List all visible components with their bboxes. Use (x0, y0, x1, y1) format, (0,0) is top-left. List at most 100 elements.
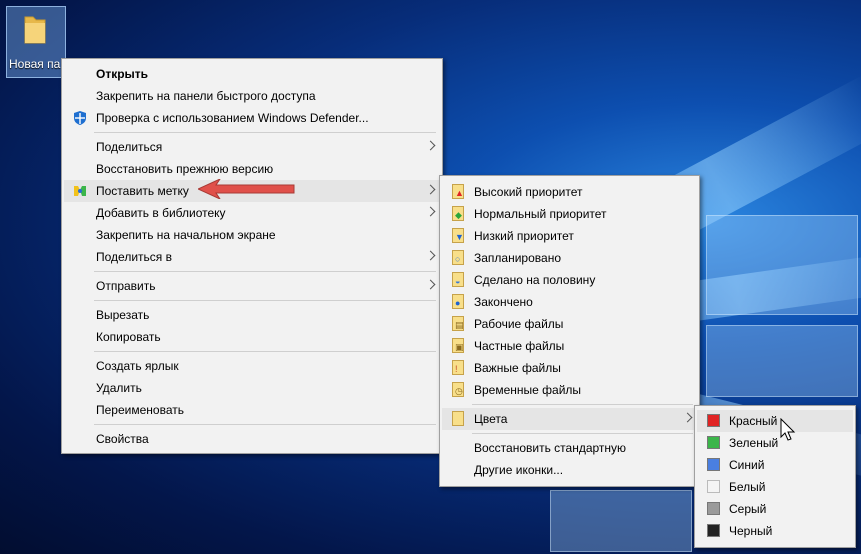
menu-item-label: Создать ярлык (96, 359, 179, 373)
planned-icon: ○ (452, 250, 464, 265)
menu-item-label: Другие иконки... (474, 463, 564, 477)
menu-item-delete[interactable]: Удалить (64, 377, 440, 399)
menu-item-label: Нормальный приоритет (474, 207, 607, 221)
menu-item-label: Запланировано (474, 251, 561, 265)
menu-item-pin-start[interactable]: Закрепить на начальном экране (64, 224, 440, 246)
menu-item-label: Переименовать (96, 403, 184, 417)
color-item-gray[interactable]: Серый (697, 498, 853, 520)
color-item-white[interactable]: Белый (697, 476, 853, 498)
desktop-folder-icon[interactable]: Новая па (6, 6, 66, 78)
color-item-blue[interactable]: Синий (697, 454, 853, 476)
menu-item-defender-scan[interactable]: Проверка с использованием Windows Defend… (64, 107, 440, 129)
menu-item-label: Частные файлы (474, 339, 565, 353)
menu-item-label: Белый (729, 480, 766, 494)
menu-separator (94, 300, 436, 301)
tag-item-restore-default[interactable]: Восстановить стандартную (442, 437, 697, 459)
menu-item-properties[interactable]: Свойства (64, 428, 440, 450)
menu-item-label: Отправить (96, 279, 156, 293)
submenu-arrow-icon (425, 206, 436, 217)
menu-item-label: Восстановить стандартную (474, 441, 627, 455)
tag-item-planned[interactable]: ○ Запланировано (442, 247, 697, 269)
menu-item-label: Свойства (96, 432, 149, 446)
menu-separator (472, 433, 693, 434)
wallpaper-window-pane (550, 490, 692, 552)
context-menu: Открыть Закрепить на панели быстрого дос… (61, 58, 443, 454)
tag-item-high-priority[interactable]: ▲ Высокий приоритет (442, 181, 697, 203)
menu-item-label: Красный (729, 414, 778, 428)
menu-item-label: Закончено (474, 295, 533, 309)
menu-separator (94, 424, 436, 425)
tag-item-finished[interactable]: ● Закончено (442, 291, 697, 313)
menu-item-label: Копировать (96, 330, 161, 344)
menu-separator (94, 132, 436, 133)
menu-item-create-shortcut[interactable]: Создать ярлык (64, 355, 440, 377)
tag-item-half-done[interactable]: ◒ Сделано на половину (442, 269, 697, 291)
menu-item-label: Низкий приоритет (474, 229, 574, 243)
color-item-green[interactable]: Зеленый (697, 432, 853, 454)
menu-item-label: Поделиться (96, 140, 163, 154)
menu-item-label: Цвета (474, 412, 508, 426)
submenu-arrow-icon (425, 250, 436, 261)
submenu-arrow-icon (425, 279, 436, 290)
blue-swatch-icon (707, 458, 720, 471)
menu-item-label: Поставить метку (96, 184, 189, 198)
tag-item-normal-priority[interactable]: ◆ Нормальный приоритет (442, 203, 697, 225)
menu-item-label: Поделиться в (96, 250, 172, 264)
colors-icon (452, 411, 464, 426)
normal-priority-icon: ◆ (452, 206, 464, 221)
low-priority-icon: ▼ (452, 228, 464, 243)
folder-icon (24, 16, 46, 44)
menu-item-label: Добавить в библиотеку (96, 206, 226, 220)
menu-item-cut[interactable]: Вырезать (64, 304, 440, 326)
tag-item-colors[interactable]: Цвета (442, 408, 697, 430)
menu-item-add-to-library[interactable]: Добавить в библиотеку (64, 202, 440, 224)
tag-icon (74, 186, 86, 196)
menu-item-pin-quick-access[interactable]: Закрепить на панели быстрого доступа (64, 85, 440, 107)
windows-defender-icon (74, 111, 86, 125)
annotation-arrow-icon (198, 179, 295, 199)
half-done-icon: ◒ (452, 272, 464, 287)
menu-item-label: Серый (729, 502, 767, 516)
submenu-arrow-icon (425, 140, 436, 151)
menu-item-label: Закрепить на панели быстрого доступа (96, 89, 316, 103)
green-swatch-icon (707, 436, 720, 449)
menu-item-share[interactable]: Поделиться (64, 136, 440, 158)
wallpaper-window-pane (706, 215, 858, 315)
menu-item-copy[interactable]: Копировать (64, 326, 440, 348)
menu-item-share-to[interactable]: Поделиться в (64, 246, 440, 268)
tag-item-work-files[interactable]: ▤ Рабочие файлы (442, 313, 697, 335)
menu-item-label: Черный (729, 524, 773, 538)
finished-icon: ● (452, 294, 464, 309)
tag-item-other-icons[interactable]: Другие иконки... (442, 459, 697, 481)
menu-item-restore-version[interactable]: Восстановить прежнюю версию (64, 158, 440, 180)
menu-item-label: Важные файлы (474, 361, 561, 375)
color-item-red[interactable]: Красный (697, 410, 853, 432)
mouse-cursor-icon (780, 418, 796, 441)
high-priority-icon: ▲ (452, 184, 464, 199)
desktop-icon-label: Новая па (9, 57, 61, 71)
menu-separator (94, 351, 436, 352)
menu-item-label: Проверка с использованием Windows Defend… (96, 111, 369, 125)
menu-item-label: Вырезать (96, 308, 150, 322)
menu-item-open[interactable]: Открыть (64, 63, 440, 85)
private-files-icon: ▣ (452, 338, 464, 353)
menu-separator (472, 404, 693, 405)
color-item-black[interactable]: Черный (697, 520, 853, 542)
menu-item-label: Удалить (96, 381, 142, 395)
menu-item-label: Рабочие файлы (474, 317, 564, 331)
menu-item-rename[interactable]: Переименовать (64, 399, 440, 421)
tag-item-temp-files[interactable]: ◷ Временные файлы (442, 379, 697, 401)
wallpaper-window-pane (706, 325, 858, 397)
menu-item-label: Высокий приоритет (474, 185, 583, 199)
menu-item-send-to[interactable]: Отправить (64, 275, 440, 297)
tag-item-low-priority[interactable]: ▼ Низкий приоритет (442, 225, 697, 247)
tag-item-private-files[interactable]: ▣ Частные файлы (442, 335, 697, 357)
menu-item-label: Зеленый (729, 436, 779, 450)
red-swatch-icon (707, 414, 720, 427)
gray-swatch-icon (707, 502, 720, 515)
work-files-icon: ▤ (452, 316, 464, 331)
menu-item-label: Закрепить на начальном экране (96, 228, 276, 242)
white-swatch-icon (707, 480, 720, 493)
colors-submenu: Красный Зеленый Синий Белый Серый Черный (694, 405, 856, 548)
tag-item-important-files[interactable]: ! Важные файлы (442, 357, 697, 379)
